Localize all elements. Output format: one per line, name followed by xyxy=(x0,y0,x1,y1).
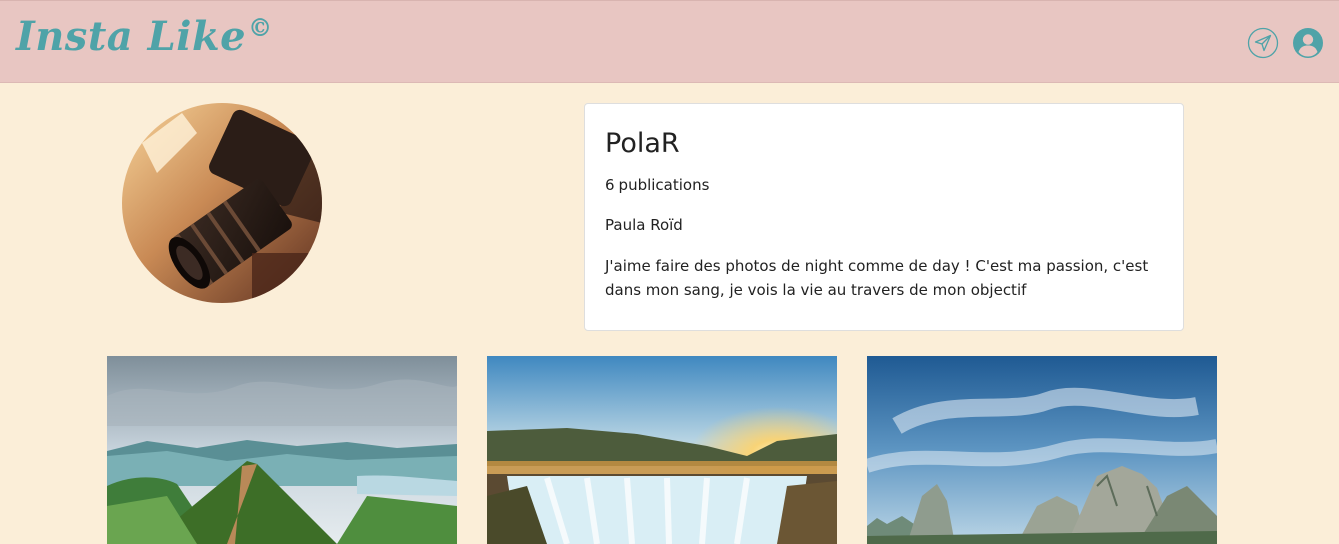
brand-name: Insta Like xyxy=(16,13,247,60)
profile-avatar xyxy=(122,103,322,303)
profile-bio: J'aime faire des photos de night comme d… xyxy=(605,257,1149,299)
gallery-photo-mountain[interactable] xyxy=(107,356,457,544)
publications-label: publications xyxy=(618,176,710,194)
profile-card: PolaR 6 publications Paula Roïd J'aime fa… xyxy=(584,103,1184,331)
camera-photo xyxy=(122,103,322,303)
publications-count: 6 publications xyxy=(605,174,1163,196)
user-icon[interactable] xyxy=(1292,27,1324,59)
publications-number: 6 xyxy=(605,176,615,194)
profile-full-name: Paula Roïd xyxy=(605,216,683,234)
gallery-photo-waterfall[interactable] xyxy=(487,356,837,544)
send-icon[interactable] xyxy=(1247,27,1279,59)
top-navbar: Insta Like© xyxy=(0,0,1339,83)
profile-username: PolaR xyxy=(605,128,680,159)
brand-logo[interactable]: Insta Like© xyxy=(16,13,273,60)
brand-copyright: © xyxy=(248,13,273,42)
gallery-photo-cliffs[interactable] xyxy=(867,356,1217,544)
